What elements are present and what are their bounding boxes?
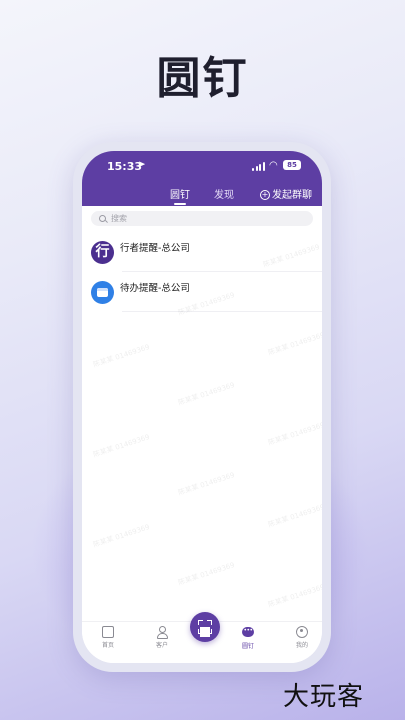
home-icon — [102, 626, 114, 638]
watermark: 陈某某 01469369 — [92, 343, 151, 369]
watermark: 陈某某 01469369 — [92, 523, 151, 549]
nav-label: 我的 — [295, 642, 308, 649]
app-header: 15:33 ➤ ◠ 85 圆钉 发现 + 发起群聊 — [82, 151, 322, 206]
nav-item-yuanding[interactable]: ••• 圆钉 — [228, 626, 268, 650]
conversation-title: 待办提醒-总公司 — [120, 283, 190, 294]
profile-icon — [296, 626, 308, 638]
search-icon — [99, 215, 106, 222]
nav-item-customer[interactable]: 客户 — [142, 626, 182, 649]
watermark: 陈某某 01469369 — [267, 331, 322, 357]
nav-item-mine[interactable]: 我的 — [282, 626, 322, 649]
bottom-nav: 首页 客户 ••• 圆钉 我的 — [82, 612, 322, 663]
divider — [122, 271, 322, 272]
page-headline: 圆钉 — [156, 53, 249, 104]
chat-icon: ••• — [242, 627, 254, 639]
conversation-item-xingzhe[interactable]: 行 行者提醒-总公司 — [82, 234, 322, 272]
battery-icon: 85 — [283, 160, 301, 170]
group-chat-label: 发起群聊 — [272, 190, 312, 201]
watermark: 陈某某 01469369 — [267, 421, 322, 447]
header-tabs: 圆钉 发现 + 发起群聊 — [82, 181, 322, 206]
status-bar: 15:33 ➤ ◠ 85 — [82, 151, 322, 177]
watermark: 陈某某 01469369 — [267, 583, 322, 609]
nav-item-home[interactable]: 首页 — [88, 626, 128, 649]
divider — [122, 311, 322, 312]
watermark: 陈某某 01469369 — [267, 503, 322, 529]
calendar-icon — [97, 288, 108, 297]
watermark: 陈某某 01469369 — [92, 433, 151, 459]
plus-circle-icon: + — [260, 190, 270, 200]
scan-icon — [198, 620, 212, 637]
status-time: 15:33 — [107, 160, 143, 173]
conversation-title: 行者提醒-总公司 — [120, 243, 190, 254]
watermark: 陈某某 01469369 — [177, 561, 236, 587]
nav-label: 客户 — [155, 642, 168, 649]
tab-discover[interactable]: 发现 — [214, 186, 234, 201]
wifi-icon: ◠ — [269, 160, 278, 171]
footer-brand-logo: 大玩客 — [283, 682, 365, 712]
start-group-chat-button[interactable]: + 发起群聊 — [260, 186, 312, 201]
conversation-item-todo[interactable]: 待办提醒-总公司 — [82, 274, 322, 312]
watermark: 陈某某 01469369 — [177, 381, 236, 407]
cellular-signal-icon — [252, 162, 266, 171]
search-placeholder: 搜索 — [111, 214, 127, 223]
location-arrow-icon: ➤ — [138, 160, 146, 170]
customer-icon — [156, 626, 168, 639]
scan-button[interactable] — [190, 612, 220, 642]
avatar: 行 — [91, 241, 114, 264]
avatar — [91, 281, 114, 304]
nav-label: 首页 — [101, 642, 114, 649]
app-screen: 15:33 ➤ ◠ 85 圆钉 发现 +发起群聊 搜索 行 行者提醒-总公司 — [82, 151, 322, 663]
watermark: 陈某某 01469369 — [177, 471, 236, 497]
nav-label: 圆钉 — [241, 643, 254, 650]
search-input[interactable]: 搜索 — [91, 211, 313, 226]
tab-yuanding[interactable]: 圆钉 — [170, 186, 190, 205]
